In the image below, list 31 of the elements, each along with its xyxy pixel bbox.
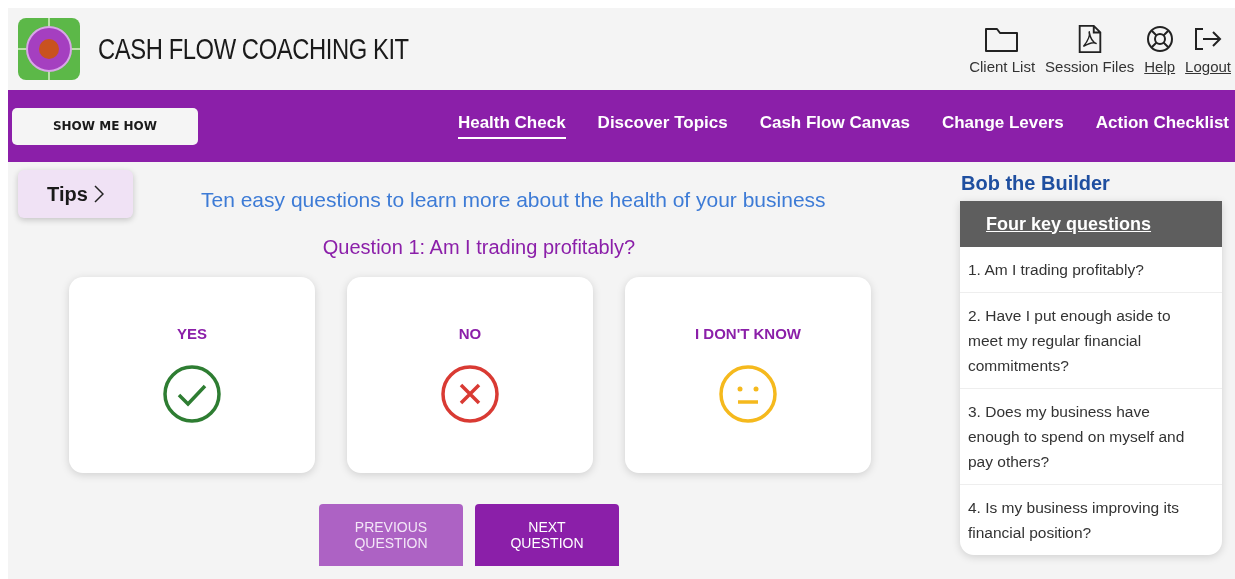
key-question-item: 2. Have I put enough aside to meet my regular financial commitments? — [960, 292, 1222, 388]
tips-button[interactable]: Tips — [18, 170, 133, 218]
logo-icon — [18, 18, 80, 80]
intro-text: Ten easy questions to learn more about the health of your business — [201, 188, 826, 212]
header-link[interactable]: Logout — [1185, 23, 1231, 75]
question-nav-button[interactable]: NEXT QUESTION — [475, 504, 619, 566]
nav-tab[interactable]: Action Checklist — [1095, 113, 1229, 139]
key-question-item: 4. Is my business improving its financial position? — [960, 484, 1222, 555]
app-title: CASH FLOW COACHING KIT — [98, 32, 409, 66]
show-me-how-button[interactable]: SHOW ME HOW — [12, 107, 198, 145]
nav-tab[interactable]: Health Check — [457, 113, 566, 139]
answer-card[interactable]: YES — [69, 277, 315, 473]
key-question-item: 3. Does my business have enough to spend on myself and pay others? — [960, 388, 1222, 484]
answer-card[interactable]: NO — [347, 277, 593, 473]
key-question-item: 1. Am I trading profitably? — [967, 260, 1145, 280]
cross-circle-icon — [440, 364, 500, 424]
chevron-right-icon — [93, 185, 104, 203]
nav-tab[interactable]: Change Levers — [941, 113, 1064, 139]
header-link[interactable]: Client List — [969, 23, 1036, 75]
question-text: Question 1: Am I trading profitably? — [321, 236, 637, 259]
neutral-face-icon — [718, 364, 778, 424]
key-questions-link[interactable]: Four key questions — [986, 213, 1152, 235]
header-link[interactable]: Session Files — [1045, 23, 1135, 75]
pdf-file-icon — [1076, 23, 1103, 54]
header-link[interactable]: Help — [1144, 23, 1176, 75]
client-name: Bob the Builder — [961, 172, 1111, 195]
nav-tab[interactable]: Discover Topics — [597, 113, 728, 139]
answer-card[interactable]: I DON'T KNOW — [625, 277, 871, 473]
check-circle-icon — [162, 364, 222, 424]
lifebuoy-icon — [1145, 23, 1174, 54]
nav-tab[interactable]: Cash Flow Canvas — [759, 113, 910, 139]
